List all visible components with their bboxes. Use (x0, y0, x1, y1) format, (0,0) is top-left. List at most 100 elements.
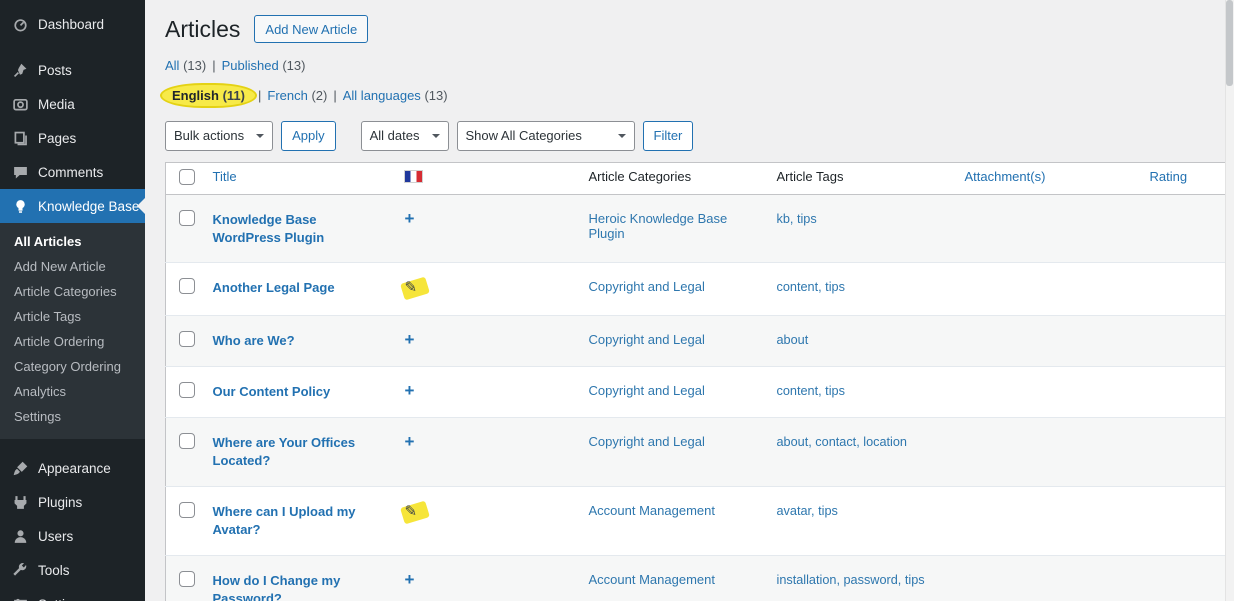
article-title-link[interactable]: Our Content Policy (213, 383, 331, 401)
article-title-link[interactable]: Another Legal Page (213, 279, 335, 297)
column-header-rating[interactable]: Rating (1150, 169, 1188, 184)
sidebar-item-posts[interactable]: Posts (0, 53, 145, 87)
apply-button[interactable]: Apply (281, 120, 336, 151)
sidebar-subitem-analytics[interactable]: Analytics (0, 379, 145, 404)
tag-links[interactable]: avatar, tips (777, 504, 838, 518)
filter-button[interactable]: Filter (642, 120, 694, 151)
sidebar-subitem-all-articles[interactable]: All Articles (0, 229, 145, 254)
filter-separator: | (212, 58, 216, 73)
category-link[interactable]: Copyright and Legal (589, 332, 705, 347)
attachments-cell (954, 366, 1140, 418)
sidebar-item-label: Posts (38, 62, 72, 78)
sidebar-item-pages[interactable]: Pages (0, 121, 145, 155)
edit-translation-icon[interactable]: ✎ (399, 277, 430, 301)
add-new-article-button[interactable]: Add New Article (254, 15, 369, 43)
column-header-categories: Article Categories (578, 162, 767, 195)
add-translation-icon[interactable]: + (405, 210, 415, 227)
language-filter-english[interactable]: English (11) (165, 86, 252, 105)
add-translation-icon[interactable]: + (405, 382, 415, 399)
chevron-down-icon (431, 133, 440, 142)
table-row: Where are Your Offices Located? + Copyrigh… (165, 417, 1234, 487)
scrollbar-thumb[interactable] (1226, 0, 1233, 86)
category-link[interactable]: Copyright and Legal (589, 434, 705, 449)
sidebar-item-dashboard[interactable]: Dashboard (0, 7, 145, 41)
table-row: Where can I Upload my Avatar? ✎ Account Ma… (165, 486, 1234, 556)
page-title: Articles (165, 15, 241, 42)
row-checkbox[interactable] (179, 209, 195, 226)
tag-links[interactable]: installation, password, tips (777, 573, 925, 587)
status-filter-links: All (13) | Published (13) (165, 56, 1234, 77)
bulk-actions-select[interactable]: Bulk actions (165, 120, 274, 151)
articles-table: Title Article Categories Article Tags At… (165, 161, 1234, 601)
french-flag-icon (404, 170, 422, 182)
sidebar-subitem-category-ordering[interactable]: Category Ordering (0, 354, 145, 379)
sidebar-item-tools[interactable]: Tools (0, 553, 145, 587)
tag-links[interactable]: content, tips (777, 384, 845, 398)
sidebar-subitem-article-categories[interactable]: Article Categories (0, 279, 145, 304)
add-translation-icon[interactable]: + (405, 433, 415, 450)
categories-select[interactable]: Show All Categories (456, 120, 635, 151)
row-checkbox[interactable] (179, 331, 195, 348)
sidebar-subitem-article-ordering[interactable]: Article Ordering (0, 329, 145, 354)
rating-cell (1139, 193, 1234, 263)
sidebar-item-media[interactable]: Media (0, 87, 145, 121)
add-translation-icon[interactable]: + (405, 331, 415, 348)
category-link[interactable]: Account Management (589, 503, 715, 518)
row-checkbox[interactable] (179, 433, 195, 450)
sidebar-item-comments[interactable]: Comments (0, 155, 145, 189)
sidebar-item-label: Settings (38, 597, 87, 601)
sidebar-subitem-article-tags[interactable]: Article Tags (0, 304, 145, 329)
add-translation-icon[interactable]: + (405, 571, 415, 588)
column-header-tags: Article Tags (766, 162, 955, 195)
row-checkbox[interactable] (179, 571, 195, 588)
tag-links[interactable]: content, tips (777, 280, 845, 294)
sidebar-item-plugins[interactable]: Plugins (0, 485, 145, 519)
dates-select[interactable]: All dates (360, 120, 449, 151)
attachments-cell (954, 486, 1140, 556)
sidebar-item-label: Comments (38, 164, 104, 180)
sidebar-item-label: Dashboard (38, 16, 105, 32)
tag-links[interactable]: kb, tips (777, 212, 817, 226)
tag-links[interactable]: about (777, 333, 809, 347)
category-link[interactable]: Account Management (589, 572, 715, 587)
sidebar-item-settings[interactable]: Settings (0, 587, 145, 601)
sliders-icon (10, 594, 30, 601)
language-filter-all-languages[interactable]: All languages (13) (343, 88, 448, 103)
sidebar-subitem-add-new-article[interactable]: Add New Article (0, 254, 145, 279)
edit-translation-icon[interactable]: ✎ (399, 500, 430, 525)
row-checkbox[interactable] (179, 278, 195, 295)
select-all-checkbox[interactable] (179, 168, 195, 185)
filter-published[interactable]: Published (13) (222, 58, 306, 73)
category-link[interactable]: Copyright and Legal (589, 279, 705, 294)
language-filter-french[interactable]: French (2) (267, 88, 327, 103)
tag-links[interactable]: about, contact, location (777, 435, 908, 449)
sidebar-item-knowledge-base[interactable]: Knowledge Base (0, 189, 145, 223)
page-header: Articles Add New Article (165, 15, 1234, 43)
category-link[interactable]: Copyright and Legal (589, 383, 705, 398)
vertical-scrollbar[interactable] (1225, 0, 1234, 601)
rating-cell (1139, 315, 1234, 367)
category-link[interactable]: Heroic Knowledge Base Plugin (589, 211, 728, 241)
row-checkbox[interactable] (179, 502, 195, 519)
sidebar-item-label: Users (38, 528, 74, 544)
article-title-link[interactable]: Where are Your Offices Located? (213, 434, 385, 470)
column-header-attachments[interactable]: Attachment(s) (965, 169, 1046, 184)
row-checkbox[interactable] (179, 382, 195, 399)
user-icon (10, 526, 30, 546)
column-header-title[interactable]: Title (213, 169, 237, 184)
article-title-link[interactable]: Who are We? (213, 332, 295, 350)
sidebar-item-users[interactable]: Users (0, 519, 145, 553)
sidebar-item-appearance[interactable]: Appearance (0, 451, 145, 485)
lightbulb-icon (10, 196, 30, 216)
article-title-link[interactable]: How do I Change my Password? (213, 572, 385, 601)
article-title-link[interactable]: Where can I Upload my Avatar? (213, 503, 385, 539)
knowledge-base-submenu: All Articles Add New Article Article Categ… (0, 223, 145, 439)
filter-separator: | (257, 87, 262, 103)
table-header-row: Title Article Categories Article Tags At… (165, 162, 1234, 195)
article-title-link[interactable]: Knowledge Base WordPress Plugin (213, 211, 385, 247)
bulk-actions-label: Bulk actions (174, 128, 245, 144)
sidebar-subitem-settings[interactable]: Settings (0, 404, 145, 429)
rating-cell (1139, 417, 1234, 487)
admin-sidebar: Dashboard Posts Media Pages Comments Knowledg… (0, 0, 145, 601)
filter-all[interactable]: All (13) (165, 58, 206, 73)
